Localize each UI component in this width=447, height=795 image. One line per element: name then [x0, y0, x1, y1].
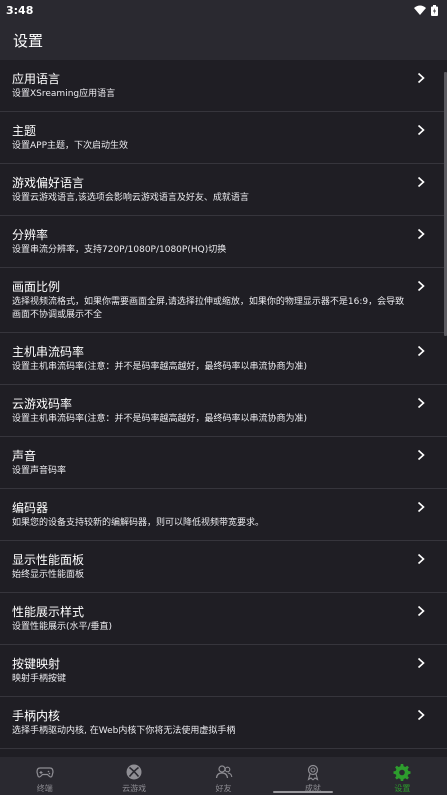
- tab-label: 终端: [36, 784, 53, 793]
- chevron-right-icon: [417, 345, 425, 357]
- setting-title: 云游戏码率: [12, 397, 73, 411]
- setting-description: 选择手柄驱动内核, 在Web内核下你将无法使用虚拟手柄: [12, 726, 236, 736]
- wifi-icon: [414, 5, 426, 15]
- tab-achievements[interactable]: 成就: [268, 757, 357, 795]
- chevron-right-icon: [417, 228, 425, 240]
- chevron-right-icon: [417, 124, 425, 136]
- page-title: 设置: [13, 31, 44, 50]
- setting-title: 主机串流码率: [12, 345, 85, 359]
- chevron-right-icon: [417, 72, 425, 84]
- bottom-nav: 终端 云游戏 好友 成就 设置: [0, 757, 447, 795]
- home-indicator[interactable]: [273, 791, 333, 793]
- setting-description: 如果您的设备支持较新的编解码器，则可以降低视频带宽要求。: [12, 518, 265, 528]
- setting-item-codec[interactable]: 编码器 如果您的设备支持较新的编解码器，则可以降低视频带宽要求。: [0, 489, 447, 541]
- setting-item-app-language[interactable]: 应用语言 设置XSreaming应用语言: [0, 60, 447, 112]
- xbox-icon: [126, 764, 142, 780]
- setting-description: 选择视频流格式，如果你需要画面全屏,请选择拉伸或缩放，如果你的物理显示器不是16…: [12, 297, 405, 320]
- setting-item-host-bitrate[interactable]: 主机串流码率 设置主机串流码率(注意：并不是码率越高越好，最终码率以串流协商为准…: [0, 333, 447, 385]
- setting-item-audio[interactable]: 声音 设置声音码率: [0, 437, 447, 489]
- setting-title: 编码器: [12, 501, 49, 515]
- setting-title: 分辨率: [12, 228, 49, 242]
- tab-label: 设置: [394, 784, 411, 793]
- setting-description: 设置主机串流码率(注意：并不是码率越高越好，最终码率以串流协商为准): [12, 362, 308, 372]
- setting-title: 性能展示样式: [12, 605, 85, 619]
- tab-friends[interactable]: 好友: [179, 757, 268, 795]
- setting-item-aspect-ratio[interactable]: 画面比例 选择视频流格式，如果你需要画面全屏,请选择拉伸或缩放，如果你的物理显示…: [0, 268, 447, 333]
- friends-icon: [215, 765, 232, 779]
- setting-title: 画面比例: [12, 280, 61, 294]
- tab-terminal[interactable]: 终端: [0, 757, 89, 795]
- chevron-right-icon: [417, 176, 425, 188]
- setting-title: 手柄内核: [12, 709, 61, 723]
- setting-description: 设置云游戏语言,该选项会影响云游戏语言及好友、成就语言: [12, 193, 249, 203]
- chevron-right-icon: [417, 657, 425, 669]
- status-bar: 3:48: [0, 0, 447, 20]
- chevron-right-icon: [417, 501, 425, 513]
- setting-description: 设置性能展示(水平/垂直): [12, 622, 113, 632]
- achievement-icon: [307, 764, 319, 781]
- setting-description: 始终显示性能面板: [12, 570, 85, 580]
- setting-title: 游戏偏好语言: [12, 176, 85, 190]
- chevron-right-icon: [417, 397, 425, 409]
- setting-description: 设置主机串流码率(注意：并不是码率越高越好，最终码率以串流协商为准): [12, 414, 308, 424]
- gamepad-icon: [36, 767, 54, 778]
- setting-title: 声音: [12, 449, 37, 463]
- setting-item-resolution[interactable]: 分辨率 设置串流分辨率，支持720P/1080P/1080P(HQ)切换: [0, 216, 447, 268]
- setting-description: 设置XSreaming应用语言: [12, 89, 116, 99]
- setting-item-game-language[interactable]: 游戏偏好语言 设置云游戏语言,该选项会影响云游戏语言及好友、成就语言: [0, 164, 447, 216]
- tab-cloud-gaming[interactable]: 云游戏: [89, 757, 178, 795]
- chevron-right-icon: [417, 605, 425, 617]
- chevron-right-icon: [417, 709, 425, 721]
- setting-item-performance-panel[interactable]: 显示性能面板 始终显示性能面板: [0, 541, 447, 593]
- setting-title: 显示性能面板: [12, 553, 85, 567]
- setting-item-theme[interactable]: 主题 设置APP主题，下次启动生效: [0, 112, 447, 164]
- setting-title: 主题: [12, 124, 37, 138]
- setting-item-gamepad-kernel[interactable]: 手柄内核 选择手柄驱动内核, 在Web内核下你将无法使用虚拟手柄: [0, 697, 447, 749]
- gear-icon: [393, 764, 411, 781]
- setting-title: 按键映射: [12, 657, 61, 671]
- status-icons: [414, 4, 438, 16]
- app-bar: 设置: [0, 20, 447, 60]
- setting-item-key-mapping[interactable]: 按键映射 映射手柄按键: [0, 645, 447, 697]
- tab-label: 云游戏: [122, 784, 147, 793]
- setting-description: 设置APP主题，下次启动生效: [12, 141, 129, 151]
- setting-description: 映射手柄按键: [12, 674, 67, 684]
- setting-item-cloud-bitrate[interactable]: 云游戏码率 设置主机串流码率(注意：并不是码率越高越好，最终码率以串流协商为准): [0, 385, 447, 437]
- setting-title: 应用语言: [12, 72, 61, 86]
- settings-list[interactable]: 应用语言 设置XSreaming应用语言 主题 设置APP主题，下次启动生效 游…: [0, 60, 447, 757]
- tab-settings[interactable]: 设置: [358, 757, 447, 795]
- chevron-right-icon: [417, 449, 425, 461]
- setting-item-performance-style[interactable]: 性能展示样式 设置性能展示(水平/垂直): [0, 593, 447, 645]
- setting-description: 设置声音码率: [12, 466, 67, 476]
- status-time: 3:48: [6, 3, 34, 17]
- battery-icon: [431, 4, 438, 16]
- chevron-right-icon: [417, 553, 425, 565]
- chevron-right-icon: [417, 280, 425, 292]
- tab-label: 好友: [215, 784, 232, 793]
- setting-description: 设置串流分辨率，支持720P/1080P/1080P(HQ)切换: [12, 245, 227, 255]
